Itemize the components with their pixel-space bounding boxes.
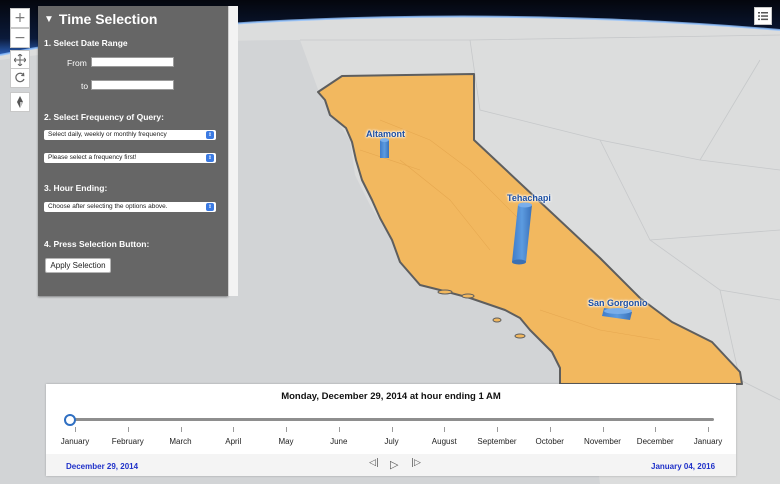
rotate-icon bbox=[15, 72, 25, 83]
select-arrow-icon: ⇕ bbox=[206, 154, 214, 162]
end-date-label: January 04, 2016 bbox=[651, 462, 716, 471]
rotate-button[interactable] bbox=[10, 68, 30, 88]
time-selection-panel: ▼ Time Selection 1. Select Date Range Fr… bbox=[38, 6, 228, 296]
select-arrow-icon: ⇕ bbox=[206, 131, 214, 139]
month-tick bbox=[549, 427, 551, 432]
hour-ending-select-value: Choose after selecting the options above… bbox=[48, 203, 168, 210]
month-tick bbox=[708, 427, 709, 432]
month-label: June bbox=[330, 437, 348, 446]
apply-selection-button[interactable]: Apply Selection bbox=[45, 258, 111, 273]
month-tick bbox=[497, 427, 498, 432]
zoom-out-button[interactable]: − bbox=[10, 28, 30, 48]
month-tick bbox=[444, 427, 446, 432]
layer-list-button[interactable] bbox=[754, 7, 772, 25]
next-icon[interactable]: |▷ bbox=[411, 458, 421, 468]
altamont-column bbox=[380, 138, 389, 158]
from-label: From bbox=[67, 58, 87, 68]
month-tick bbox=[391, 427, 393, 432]
step2-label: 2. Select Frequency of Query: bbox=[44, 112, 164, 122]
pan-button[interactable] bbox=[10, 50, 30, 70]
collapse-triangle-icon: ▼ bbox=[44, 13, 54, 25]
month-label: February bbox=[111, 437, 144, 446]
step3-label: 3. Hour Ending: bbox=[44, 183, 108, 193]
pan-icon bbox=[14, 54, 26, 66]
site-label-tehachapi[interactable]: Tehachapi bbox=[507, 193, 551, 203]
month-tick bbox=[75, 427, 76, 432]
month-tick bbox=[180, 427, 182, 432]
play-icon[interactable]: ▷ bbox=[390, 458, 398, 471]
month-tick bbox=[233, 427, 235, 432]
month-label: November bbox=[584, 437, 621, 446]
step4-label: 4. Press Selection Button: bbox=[44, 239, 150, 249]
time-slider-footer: December 29, 2014 ◁| ▷ |▷ January 04, 20… bbox=[46, 454, 736, 476]
previous-icon[interactable]: ◁| bbox=[369, 458, 379, 468]
from-date-input[interactable] bbox=[91, 57, 174, 67]
hour-ending-select[interactable]: Choose after selecting the options above… bbox=[44, 202, 216, 212]
month-tick bbox=[286, 427, 287, 432]
frequency-select[interactable]: Select daily, weekly or monthly frequenc… bbox=[44, 130, 216, 140]
step1-label: 1. Select Date Range bbox=[44, 38, 128, 48]
time-slider: Monday, December 29, 2014 at hour ending… bbox=[46, 384, 736, 476]
panel-scrollbar[interactable] bbox=[228, 6, 238, 296]
month-label: May bbox=[278, 437, 294, 446]
month-label: January bbox=[693, 437, 723, 446]
month-label: September bbox=[477, 437, 517, 446]
panel-title: Time Selection bbox=[58, 11, 158, 27]
frequency-detail-select-value: Please select a frequency first! bbox=[48, 154, 137, 161]
month-tick bbox=[338, 427, 340, 432]
compass-button[interactable] bbox=[10, 92, 30, 112]
month-label: March bbox=[169, 437, 192, 446]
time-slider-track[interactable] bbox=[70, 418, 714, 421]
to-label: to bbox=[81, 81, 89, 91]
month-label: October bbox=[535, 437, 564, 446]
site-label-san-gorgonio[interactable]: San Gorgonio bbox=[588, 298, 648, 308]
start-date-label: December 29, 2014 bbox=[66, 462, 139, 471]
compass-icon bbox=[17, 96, 23, 108]
month-label: January bbox=[60, 437, 90, 446]
month-tick bbox=[127, 427, 129, 432]
time-slider-thumb[interactable] bbox=[64, 414, 76, 426]
panel-header[interactable]: ▼ Time Selection bbox=[44, 11, 157, 27]
month-label: July bbox=[384, 437, 399, 446]
month-label: April bbox=[225, 437, 242, 446]
frequency-select-value: Select daily, weekly or monthly frequenc… bbox=[48, 131, 167, 138]
month-tick bbox=[602, 427, 604, 432]
zoom-in-button[interactable]: + bbox=[10, 8, 30, 28]
frequency-detail-select[interactable]: Please select a frequency first! ⇕ bbox=[44, 153, 216, 163]
month-label: August bbox=[431, 437, 457, 446]
to-date-input[interactable] bbox=[91, 80, 174, 90]
site-label-altamont[interactable]: Altamont bbox=[366, 129, 405, 139]
month-label: December bbox=[636, 437, 674, 446]
list-icon bbox=[758, 12, 768, 21]
current-time-label: Monday, December 29, 2014 at hour ending… bbox=[281, 391, 501, 402]
month-tick bbox=[655, 427, 657, 432]
select-arrow-icon: ⇕ bbox=[206, 203, 214, 211]
